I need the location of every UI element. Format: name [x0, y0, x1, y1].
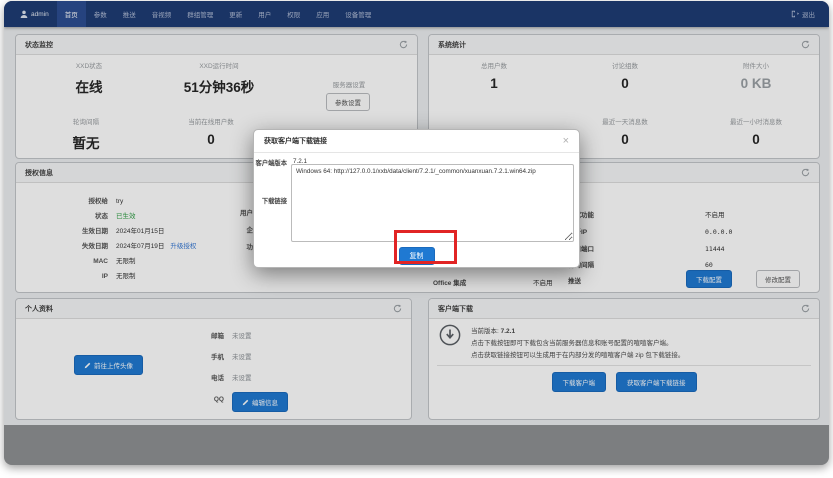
- annotation-rectangle: [394, 230, 457, 264]
- modal-header: 获取客户端下载链接 ×: [254, 130, 579, 153]
- close-icon[interactable]: ×: [563, 136, 569, 147]
- client-version-label: 客户端版本: [254, 158, 287, 167]
- modal-title: 获取客户端下载链接: [264, 136, 327, 146]
- download-link-label: 下载链接: [254, 196, 287, 205]
